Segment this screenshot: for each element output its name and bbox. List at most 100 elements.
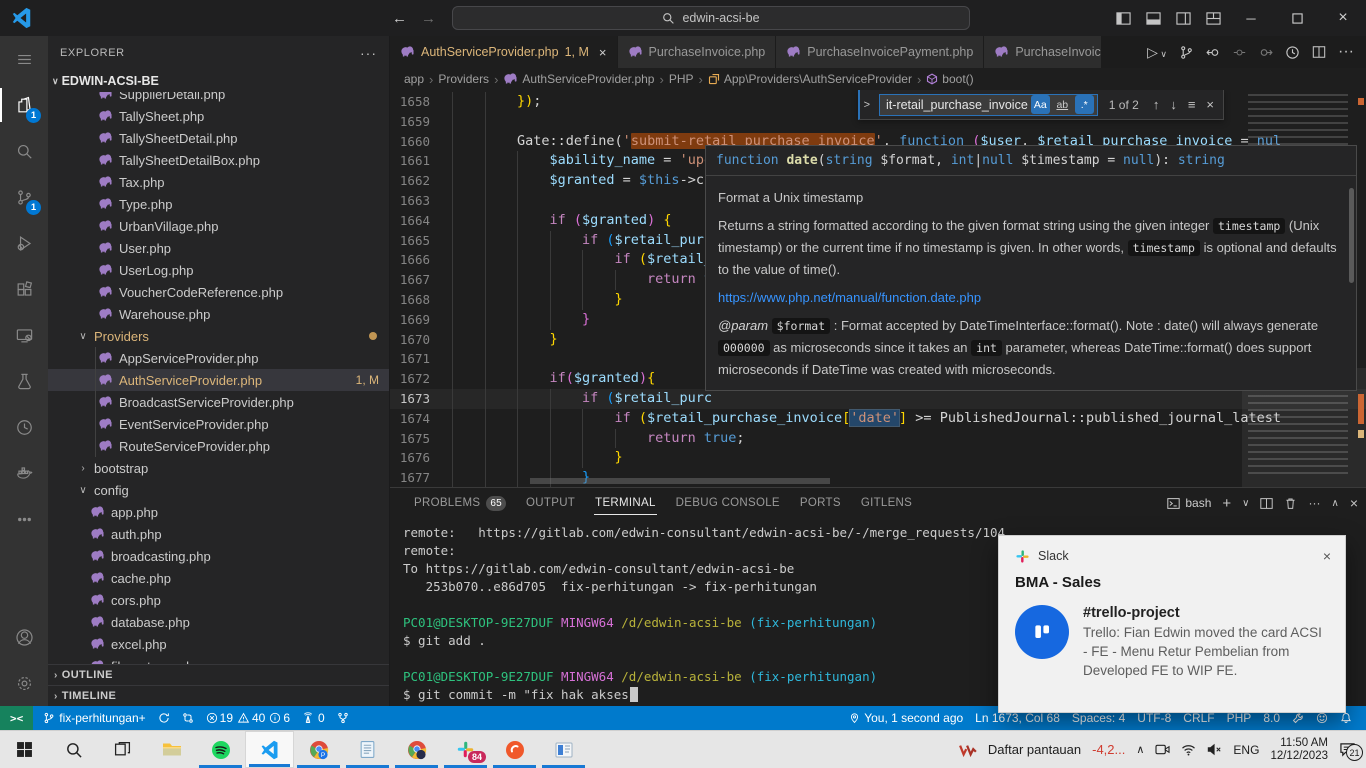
find-in-selection-icon[interactable]: ≡ <box>1185 97 1199 112</box>
watchlist-label[interactable]: Daftar pantauan <box>988 742 1081 757</box>
tree-file-user-php[interactable]: User.php <box>48 237 389 259</box>
activity-source-control-icon[interactable]: 1 <box>0 174 48 220</box>
tree-folder-bootstrap[interactable]: ›bootstrap <box>48 457 389 479</box>
terminal-dropdown-icon[interactable]: ∨ <box>1242 498 1249 509</box>
toggle-secondary-sidebar-icon[interactable] <box>1168 0 1198 36</box>
hover-scrollbar[interactable] <box>1349 188 1354 283</box>
taskbar-spotify-icon[interactable] <box>196 731 245 768</box>
terminal-shell-label[interactable]: bash <box>1167 496 1211 510</box>
tree-file-tallysheetdetailbox-php[interactable]: TallySheetDetailBox.php <box>48 149 389 171</box>
whole-word-toggle[interactable]: ab <box>1053 95 1072 114</box>
panel-tab-ports[interactable]: PORTS <box>790 488 851 518</box>
close-button[interactable]: × <box>1320 0 1366 36</box>
taskbar-start-icon[interactable] <box>0 731 49 768</box>
tree-file-broadcastserviceprovider-php[interactable]: BroadcastServiceProvider.php <box>48 391 389 413</box>
tree-file-supplierdetail-php[interactable]: SupplierDetail.php <box>48 92 389 105</box>
go-forward-icon[interactable] <box>1258 45 1273 60</box>
go-back-icon[interactable] <box>1206 45 1221 60</box>
tree-folder-config[interactable]: ∨config <box>48 479 389 501</box>
activity-extensions-icon[interactable] <box>0 266 48 312</box>
activity-history-icon[interactable] <box>0 404 48 450</box>
maximize-button[interactable] <box>1274 0 1320 36</box>
match-case-toggle[interactable]: Aa <box>1031 95 1050 114</box>
clock[interactable]: 11:50 AM 12/12/2023 <box>1270 737 1328 763</box>
tree-file-warehouse-php[interactable]: Warehouse.php <box>48 303 389 325</box>
taskbar-windows-search-icon[interactable] <box>49 731 98 768</box>
tree-file-tallysheet-php[interactable]: TallySheet.php <box>48 105 389 127</box>
activity-menu-icon[interactable] <box>0 36 48 82</box>
tree-folder-providers[interactable]: ∨Providers <box>48 325 389 347</box>
tree-file-excel-php[interactable]: excel.php <box>48 633 389 655</box>
activity-remote-explorer-icon[interactable] <box>0 312 48 358</box>
tree-file-cache-php[interactable]: cache.php <box>48 567 389 589</box>
git-branch-item[interactable]: fix-perhitungan+ <box>37 706 151 730</box>
panel-maximize-icon[interactable]: ∧ <box>1331 498 1338 509</box>
activity-run-debug-icon[interactable] <box>0 220 48 266</box>
find-close-icon[interactable]: × <box>1203 97 1217 112</box>
workspace-root[interactable]: ∨ EDWIN-ACSI-BE <box>48 70 389 92</box>
activity-more-icon[interactable] <box>0 496 48 542</box>
code-editor[interactable]: 1658});16591660Gate::define('submit-reta… <box>390 90 1366 487</box>
run-button[interactable]: ▷ ∨ <box>1147 44 1167 61</box>
split-terminal-icon[interactable] <box>1260 497 1273 510</box>
slack-notification[interactable]: Slack × BMA - Sales #trello-project Trel… <box>998 535 1346 713</box>
editor-tab[interactable]: PurchaseInvoice.php <box>618 36 777 68</box>
tree-file-vouchercodereference-php[interactable]: VoucherCodeReference.php <box>48 281 389 303</box>
tree-file-routeserviceprovider-php[interactable]: RouteServiceProvider.php <box>48 435 389 457</box>
minimize-button[interactable]: ─ <box>1228 0 1274 36</box>
toggle-replace-icon[interactable]: > <box>860 99 874 111</box>
tree-file-appserviceprovider-php[interactable]: AppServiceProvider.php <box>48 347 389 369</box>
horizontal-scrollbar[interactable] <box>530 478 830 484</box>
hover-link[interactable]: https://www.php.net/manual/function.date… <box>718 290 981 305</box>
activity-docker-icon[interactable] <box>0 450 48 496</box>
find-previous-icon[interactable]: ↑ <box>1150 97 1163 112</box>
breadcrumb-item[interactable]: boot() <box>926 72 973 86</box>
forward-arrow-icon[interactable]: → <box>421 10 436 27</box>
panel-close-icon[interactable]: × <box>1350 495 1358 511</box>
tree-file-tax-php[interactable]: Tax.php <box>48 171 389 193</box>
explorer-more-icon[interactable]: ··· <box>360 45 377 61</box>
tree-file-authserviceprovider-php[interactable]: AuthServiceProvider.php1, M <box>48 369 389 391</box>
sidebar-section-outline[interactable]: ›OUTLINE <box>48 664 389 685</box>
taskbar-windows-app-icon[interactable] <box>539 731 588 768</box>
editor-tab[interactable]: PurchaseInvoicePayment.php <box>776 36 984 68</box>
breadcrumb-item[interactable]: PHP <box>669 72 694 86</box>
find-next-icon[interactable]: ↓ <box>1167 97 1180 112</box>
taskbar-chrome-2-icon[interactable] <box>392 731 441 768</box>
taskbar-notepad-icon[interactable] <box>343 731 392 768</box>
breadcrumb[interactable]: app›Providers›AuthServiceProvider.php›PH… <box>390 68 1366 90</box>
activity-account-icon[interactable] <box>0 614 48 660</box>
tree-file-type-php[interactable]: Type.php <box>48 193 389 215</box>
source-control-graph-icon[interactable] <box>1179 45 1194 60</box>
panel-tab-output[interactable]: OUTPUT <box>516 488 585 518</box>
problems-item[interactable]: 19 40 6 <box>200 706 296 730</box>
editor-more-icon[interactable]: ··· <box>1338 43 1354 61</box>
circle-icon[interactable] <box>1233 46 1246 59</box>
panel-tab-terminal[interactable]: TERMINAL <box>585 488 666 518</box>
tree-file-app-php[interactable]: app.php <box>48 501 389 523</box>
new-terminal-icon[interactable]: + <box>1222 495 1231 512</box>
editor-tab[interactable]: AuthServiceProvider.php1, M× <box>390 36 618 68</box>
meet-now-icon[interactable] <box>1155 743 1170 756</box>
wifi-icon[interactable] <box>1181 744 1196 756</box>
breadcrumb-item[interactable]: app <box>404 72 424 86</box>
find-input[interactable]: it-retail_purchase_invoice Aa ab .* <box>879 94 1098 116</box>
regex-toggle[interactable]: .* <box>1075 95 1094 114</box>
tree-file-filesystems-php[interactable]: filesystems.php <box>48 655 389 664</box>
sidebar-section-timeline[interactable]: ›TIMELINE <box>48 685 389 706</box>
panel-more-icon[interactable]: ··· <box>1308 496 1320 510</box>
tab-close-icon[interactable]: × <box>599 45 607 60</box>
blame-item[interactable]: You, 1 second ago <box>843 706 969 730</box>
sync-button[interactable] <box>152 706 176 730</box>
toggle-panel-icon[interactable] <box>1138 0 1168 36</box>
toggle-sidebar-icon[interactable] <box>1108 0 1138 36</box>
gitlens-item[interactable] <box>331 706 355 730</box>
command-center-search[interactable]: edwin-acsi-be <box>452 6 970 30</box>
taskbar-chrome-profile-icon[interactable]: P <box>294 731 343 768</box>
tree-file-database-php[interactable]: database.php <box>48 611 389 633</box>
split-editor-icon[interactable] <box>1312 45 1326 59</box>
taskbar-file-explorer-icon[interactable] <box>147 731 196 768</box>
remote-indicator[interactable]: >< <box>0 706 33 730</box>
broadcast-item[interactable]: 0 <box>296 706 331 730</box>
back-arrow-icon[interactable]: ← <box>392 10 407 27</box>
